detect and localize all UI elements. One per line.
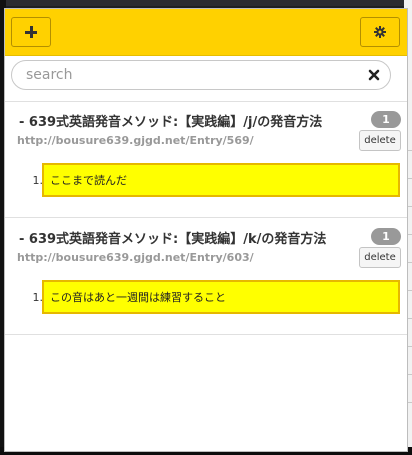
note-text[interactable]: この音はあと一週間は練習すること [42, 280, 400, 314]
plus-icon [25, 26, 37, 38]
entry-title[interactable]: - 639式英語発音メソッド:【実践編】/j/の発音方法 [19, 111, 359, 131]
divider [5, 101, 407, 102]
bookmark-notes-popup: - 639式英語発音メソッド:【実践編】/j/の発音方法 1 http://bo… [4, 8, 408, 452]
note-count-badge: 1 [371, 228, 401, 245]
note-index: 1. [32, 174, 44, 187]
divider [5, 217, 407, 218]
note-count-badge: 1 [371, 111, 401, 128]
gear-icon [374, 26, 386, 38]
settings-button[interactable] [360, 17, 400, 47]
note-text[interactable]: ここまで読んだ [42, 163, 400, 197]
search-input[interactable] [11, 60, 391, 90]
entry-title[interactable]: - 639式英語発音メソッド:【実践編】/k/の発音方法 [19, 228, 359, 248]
entry-url[interactable]: http://bousure639.gjgd.net/Entry/603/ [17, 251, 317, 267]
close-icon [368, 69, 380, 81]
delete-button[interactable]: delete [359, 247, 401, 268]
search-bar [11, 60, 391, 90]
add-button[interactable] [11, 17, 51, 47]
entry-url[interactable]: http://bousure639.gjgd.net/Entry/569/ [17, 134, 317, 150]
note-index: 1. [32, 291, 44, 304]
divider [5, 334, 407, 335]
search-clear-button[interactable] [366, 67, 382, 83]
delete-button[interactable]: delete [359, 130, 401, 151]
popup-toolbar [5, 9, 407, 56]
background-page-header [0, 0, 412, 6]
